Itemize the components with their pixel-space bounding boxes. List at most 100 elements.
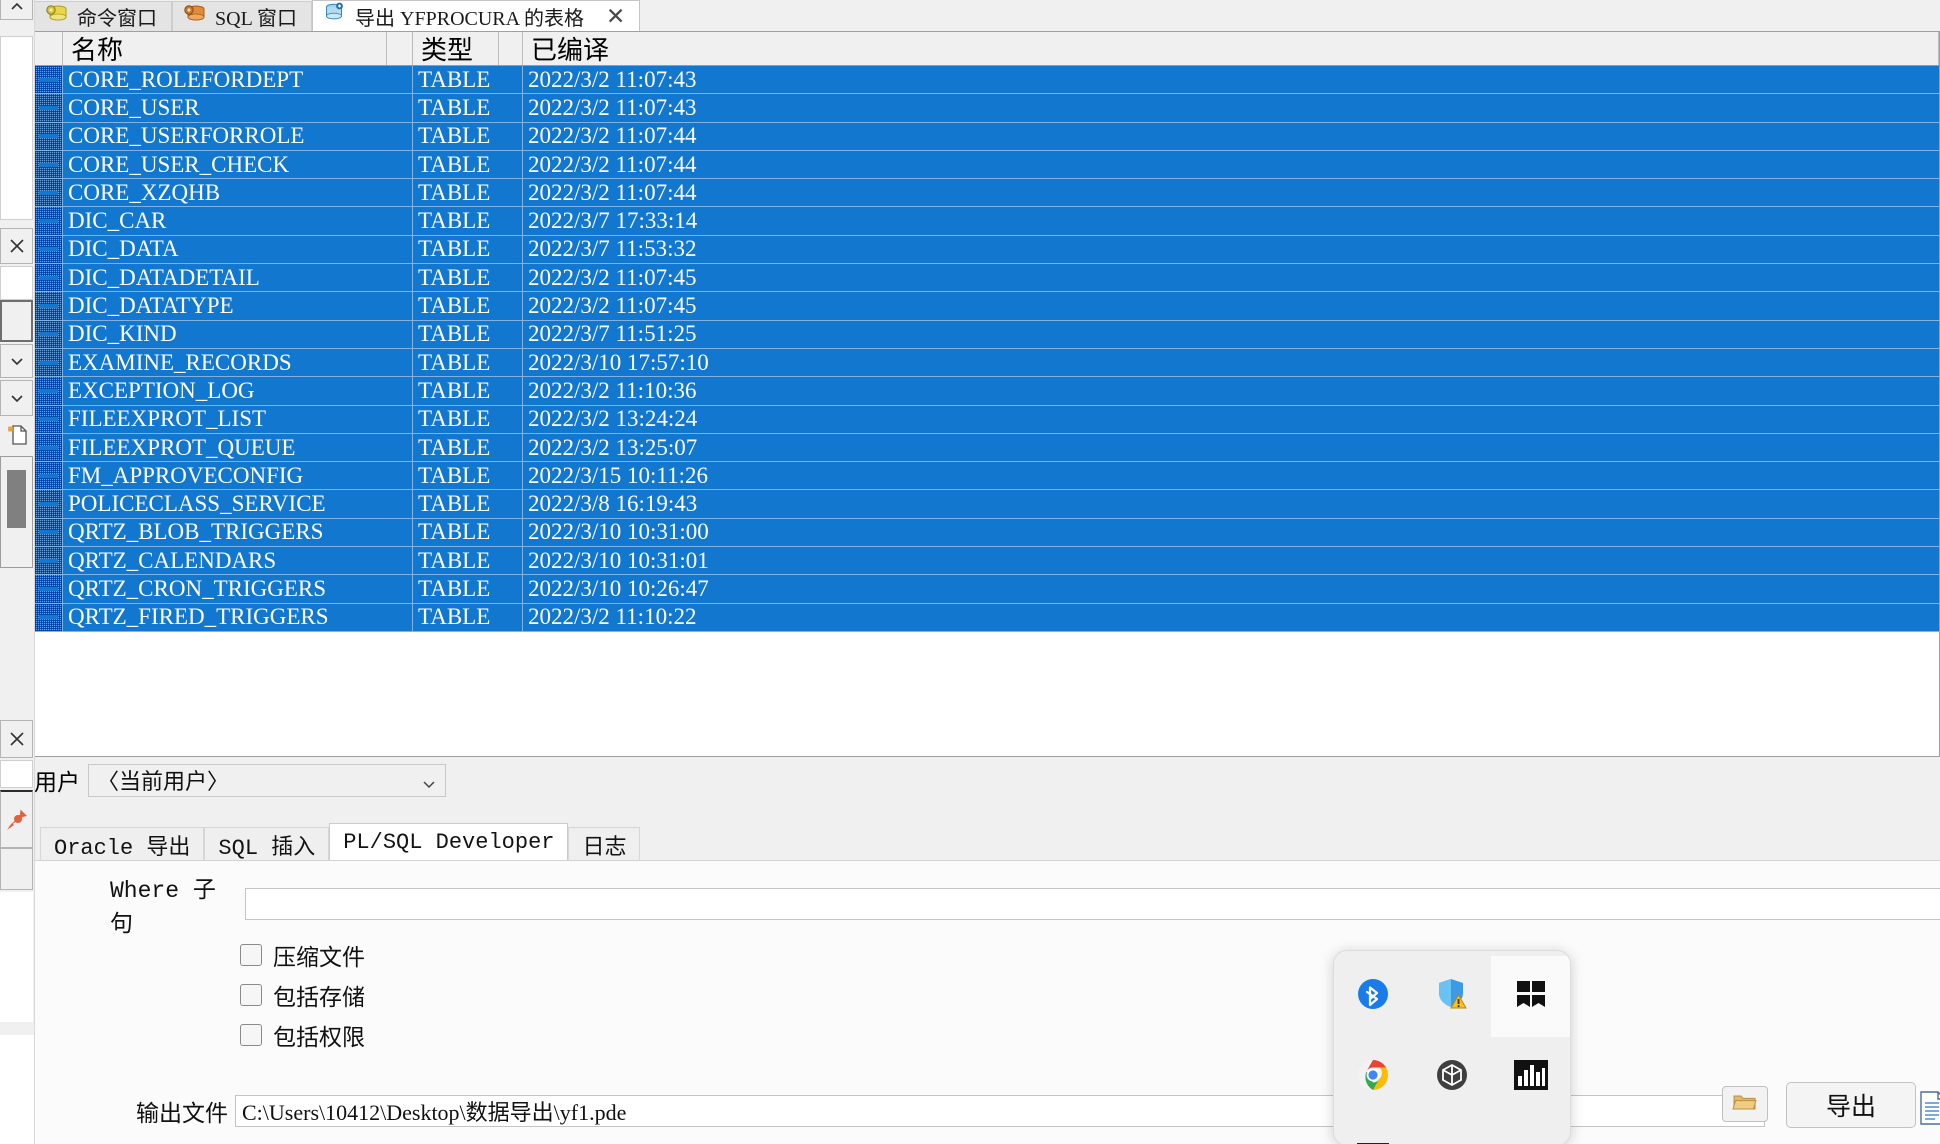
browse-folder-button[interactable] <box>1722 1086 1768 1122</box>
dock-item-more[interactable] <box>1491 1118 1570 1144</box>
table-row[interactable]: CORE_USERFORROLE TABLE 2022/3/2 11:07:44 <box>35 122 1939 151</box>
grid-header-name[interactable]: 名称 <box>63 32 387 65</box>
grid-header-compiled[interactable]: 已编译 <box>523 32 1939 65</box>
table-row[interactable]: FM_APPROVECONFIG TABLE 2022/3/15 10:11:26 <box>35 462 1939 491</box>
grid-header-spacer-1[interactable] <box>387 32 413 65</box>
floating-dock[interactable] <box>1333 950 1571 1144</box>
grid-body[interactable]: CORE_ROLEFORDEPT TABLE 2022/3/2 11:07:43 CO… <box>35 66 1939 632</box>
table-row[interactable]: QRTZ_FIRED_TRIGGERS TABLE 2022/3/2 11:10:2… <box>35 603 1939 632</box>
checkbox-row-include-privileges[interactable]: 包括权限 <box>240 1015 365 1055</box>
dock-item-bluetooth[interactable] <box>1334 956 1413 1037</box>
dock-item-window[interactable] <box>1334 1118 1413 1144</box>
table-row[interactable]: QRTZ_CRON_TRIGGERS TABLE 2022/3/10 10:26:4… <box>35 575 1939 604</box>
left-collapse-button[interactable] <box>0 0 33 20</box>
checkbox-compress[interactable] <box>240 944 262 966</box>
checkbox-compress-label: 压缩文件 <box>273 945 365 970</box>
inner-tab-label: 日志 <box>582 835 627 861</box>
row-selector-cell[interactable] <box>35 264 63 292</box>
left-scroll-thumb[interactable] <box>7 470 26 528</box>
table-row[interactable]: FILEEXPROT_LIST TABLE 2022/3/2 13:24:24 <box>35 405 1939 434</box>
export-button[interactable]: 导出 <box>1786 1082 1916 1128</box>
user-select[interactable]: 〈当前用户〉 <box>88 763 446 797</box>
table-row[interactable]: POLICECLASS_SERVICE TABLE 2022/3/8 16:19:4… <box>35 490 1939 519</box>
left-close-button-2[interactable] <box>0 720 33 758</box>
row-selector-cell[interactable] <box>35 94 63 122</box>
row-selector-cell[interactable] <box>35 150 63 179</box>
row-selector-cell[interactable] <box>35 575 63 603</box>
dock-item-chart[interactable] <box>1491 1037 1570 1118</box>
grid-header-spacer-2[interactable] <box>499 32 523 65</box>
row-selector-cell[interactable] <box>35 235 63 264</box>
table-row[interactable]: CORE_USER_CHECK TABLE 2022/3/2 11:07:44 <box>35 150 1939 180</box>
dock-item-wps[interactable] <box>1413 1118 1492 1144</box>
cell-type: TABLE <box>413 320 523 348</box>
table-row[interactable]: DIC_DATADETAIL TABLE 2022/3/2 11:07:45 <box>35 264 1939 293</box>
cell-name: DIC_KIND <box>63 320 413 348</box>
pin-button[interactable] <box>0 790 33 848</box>
left-framed-box[interactable] <box>0 300 33 342</box>
tab-command-window[interactable]: 命令窗口 <box>34 1 172 31</box>
cell-compiled: 2022/3/2 11:07:44 <box>528 123 697 149</box>
tab-sql-window[interactable]: SQL 窗口 <box>172 1 313 31</box>
checkbox-row-include-storage[interactable]: 包括存储 <box>240 975 365 1015</box>
left-dropdown-button-2[interactable] <box>0 380 33 416</box>
row-selector-cell[interactable] <box>35 377 63 405</box>
left-close-button-1[interactable] <box>0 228 33 264</box>
cell-name: FILEEXPROT_LIST <box>63 405 413 433</box>
table-row[interactable]: DIC_KIND TABLE 2022/3/7 11:51:25 <box>35 320 1939 349</box>
where-clause-input[interactable] <box>244 888 1940 920</box>
row-selector-cell[interactable] <box>35 405 63 433</box>
row-selector-cell[interactable] <box>35 490 63 518</box>
row-selector-cell[interactable] <box>35 292 63 320</box>
tab-oracle-export[interactable]: Oracle 导出 <box>40 827 205 861</box>
dock-item-chrome[interactable] <box>1334 1037 1413 1118</box>
cell-name: CORE_USER_CHECK <box>63 150 413 179</box>
table-row[interactable]: FILEEXPROT_QUEUE TABLE 2022/3/2 13:25:07 <box>35 433 1939 463</box>
row-selector-cell[interactable] <box>35 547 63 575</box>
table-row[interactable]: CORE_ROLEFORDEPT TABLE 2022/3/2 11:07:43 <box>35 66 1939 95</box>
grid-header-select[interactable] <box>35 32 63 65</box>
left-dropdown-button-1[interactable] <box>0 344 33 378</box>
row-selector-cell[interactable] <box>35 348 63 377</box>
checkbox-row-compress[interactable]: 压缩文件 <box>240 935 365 975</box>
table-row[interactable]: QRTZ_CALENDARS TABLE 2022/3/10 10:31:01 <box>35 547 1939 576</box>
close-icon <box>9 732 24 746</box>
cell-compiled: 2022/3/2 11:07:45 <box>528 264 697 290</box>
dock-item-security[interactable] <box>1413 956 1492 1037</box>
dock-item-yuque[interactable] <box>1413 1037 1492 1118</box>
grid-header-type[interactable]: 类型 <box>413 32 499 65</box>
checkbox-include-privileges-label: 包括权限 <box>273 1025 365 1050</box>
row-selector-cell[interactable] <box>35 603 63 631</box>
tab-export-tables[interactable]: 导出 YFPROCURA 的表格 ✕ <box>312 0 641 31</box>
table-row[interactable]: EXCEPTION_LOG TABLE 2022/3/2 11:10:36 <box>35 377 1939 406</box>
left-blank-button[interactable] <box>0 848 33 890</box>
checkbox-include-storage[interactable] <box>240 984 262 1006</box>
cell-type: TABLE <box>413 179 523 207</box>
table-row[interactable]: CORE_USER TABLE 2022/3/2 11:07:43 <box>35 94 1939 123</box>
close-icon[interactable]: ✕ <box>606 4 625 28</box>
tables-grid[interactable]: 名称 类型 已编译 CORE_ROLEFORDEPT TABLE 2022/3/2 … <box>34 31 1940 757</box>
table-row[interactable]: DIC_DATATYPE TABLE 2022/3/2 11:07:45 <box>35 292 1939 321</box>
table-row[interactable]: DIC_CAR TABLE 2022/3/7 17:33:14 <box>35 207 1939 236</box>
table-row[interactable]: QRTZ_BLOB_TRIGGERS TABLE 2022/3/10 10:31:0… <box>35 518 1939 548</box>
tab-plsql-developer[interactable]: PL/SQL Developer <box>329 823 569 861</box>
cell-type: TABLE <box>413 575 523 603</box>
new-document-icon <box>7 425 27 445</box>
dock-item-windows[interactable] <box>1491 956 1570 1037</box>
row-selector-cell[interactable] <box>35 179 63 207</box>
tab-log[interactable]: 日志 <box>568 827 641 861</box>
row-selector-cell[interactable] <box>35 122 63 150</box>
tab-sql-insert[interactable]: SQL 插入 <box>204 827 330 861</box>
document-lines-icon[interactable] <box>1918 1090 1940 1126</box>
left-new-file-button[interactable] <box>0 416 33 454</box>
table-row[interactable]: CORE_XZQHB TABLE 2022/3/2 11:07:44 <box>35 179 1939 208</box>
row-selector-cell[interactable] <box>35 433 63 462</box>
table-row[interactable]: EXAMINE_RECORDS TABLE 2022/3/10 17:57:10 <box>35 348 1939 378</box>
row-selector-cell[interactable] <box>35 518 63 547</box>
checkbox-include-privileges[interactable] <box>240 1024 262 1046</box>
row-selector-cell[interactable] <box>35 66 63 94</box>
row-selector-cell[interactable] <box>35 207 63 235</box>
table-row[interactable]: DIC_DATA TABLE 2022/3/7 11:53:32 <box>35 235 1939 265</box>
row-selector-cell[interactable] <box>35 462 63 490</box>
row-selector-cell[interactable] <box>35 320 63 348</box>
